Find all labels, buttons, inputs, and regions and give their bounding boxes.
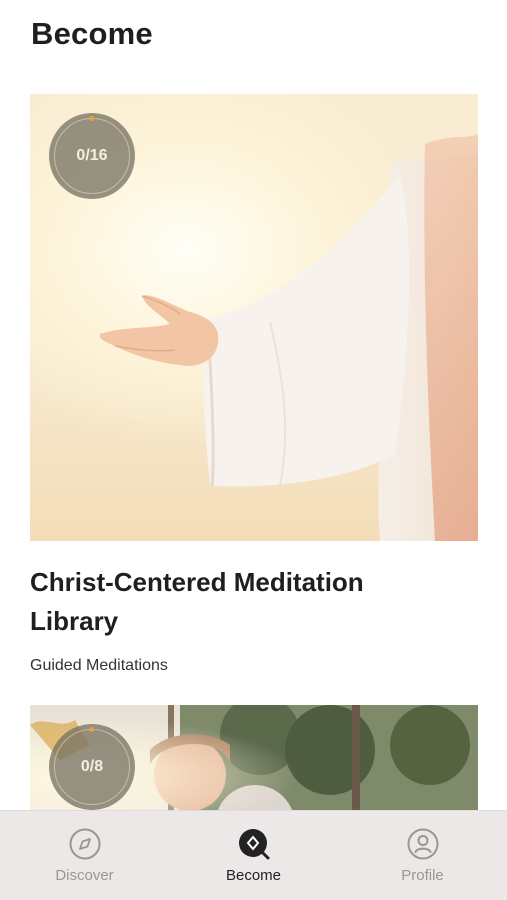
- program-card[interactable]: 0/8: [30, 705, 478, 825]
- program-card[interactable]: 0/16 Christ-Centered Meditation Library …: [30, 94, 478, 675]
- compass-icon: [68, 827, 102, 861]
- progress-badge: 0/16: [49, 113, 135, 199]
- card-image[interactable]: 0/8: [30, 705, 478, 825]
- progress-badge: 0/8: [49, 724, 135, 810]
- nav-label: Profile: [401, 867, 444, 884]
- nav-item-become[interactable]: Become: [179, 827, 329, 884]
- become-search-icon: [237, 827, 271, 861]
- progress-text: 0/16: [76, 147, 108, 164]
- progress-text: 0/8: [80, 758, 104, 775]
- card-image[interactable]: 0/16: [30, 94, 478, 541]
- progress-indicator-dot: [89, 116, 94, 121]
- nav-item-profile[interactable]: Profile: [348, 827, 498, 884]
- card-subtitle: Guided Meditations: [30, 657, 168, 674]
- nav-label: Discover: [55, 867, 114, 884]
- nav-item-discover[interactable]: Discover: [10, 827, 160, 884]
- progress-indicator-dot: [89, 727, 94, 732]
- page-title: Become: [31, 16, 153, 51]
- nav-label: Become: [225, 867, 282, 884]
- bottom-navigation: Discover Become Profile: [0, 810, 507, 900]
- card-title[interactable]: Christ-Centered Meditation Library: [30, 563, 430, 641]
- profile-icon: [406, 827, 440, 861]
